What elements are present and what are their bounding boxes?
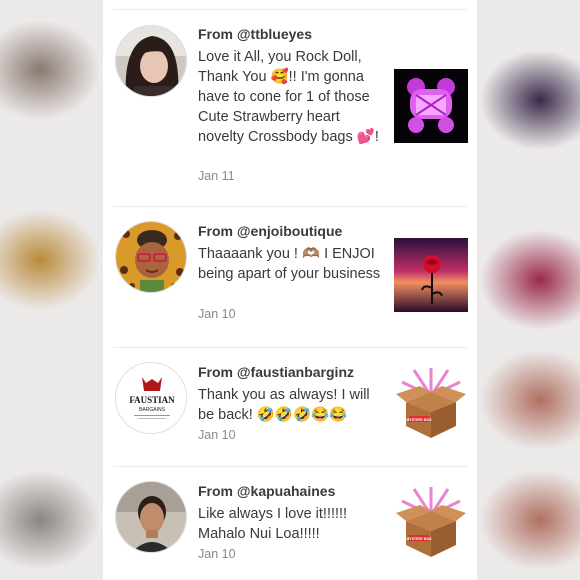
review-date: Jan 10 bbox=[198, 547, 236, 561]
rose-sunset-photo[interactable] bbox=[394, 238, 468, 312]
pink-bear-bag-photo[interactable] bbox=[394, 69, 468, 143]
logo-text: FAUSTIAN bbox=[129, 395, 175, 405]
reviewer-handle[interactable]: From @enjoiboutique bbox=[198, 223, 342, 239]
review-item: From @ttblueyes Love it All, you Rock Do… bbox=[103, 0, 477, 205]
review-item: FAUSTIAN BARGAINS From @faustianbarginz … bbox=[103, 348, 477, 466]
avatar[interactable]: FAUSTIAN BARGAINS bbox=[115, 362, 187, 434]
review-date: Jan 10 bbox=[198, 307, 236, 321]
review-text: Like always I love it!!!!!! Mahalo Nui L… bbox=[198, 506, 348, 542]
reviewer-handle[interactable]: From @kapuahaines bbox=[198, 483, 335, 499]
avatar[interactable] bbox=[115, 221, 187, 293]
review-item: From @kapuahaines Like always I love it!… bbox=[103, 467, 477, 580]
review-text: Love it All, you Rock Doll, Thank You 🥰!… bbox=[198, 49, 379, 145]
reviewer-handle[interactable]: From @faustianbarginz bbox=[198, 364, 354, 380]
review-text: Thank you as always! I will be back! 🤣🤣🤣… bbox=[198, 387, 370, 423]
reviewer-handle[interactable]: From @ttblueyes bbox=[198, 26, 312, 42]
logo-subtext: BARGAINS bbox=[139, 407, 166, 413]
review-date: Jan 10 bbox=[198, 428, 236, 442]
avatar[interactable] bbox=[115, 481, 187, 553]
avatar[interactable] bbox=[115, 25, 187, 97]
box-label: MYSTERY BOX bbox=[406, 418, 432, 422]
review-date: Jan 11 bbox=[198, 169, 235, 183]
review-text: Thaaaank you ! 🫶🏽 I ENJOI being apart of… bbox=[198, 246, 381, 282]
mystery-box-photo[interactable]: MYSTERY BOX bbox=[394, 485, 468, 559]
review-item: From @enjoiboutique Thaaaank you ! 🫶🏽 I … bbox=[103, 207, 477, 347]
mystery-box-photo[interactable]: MYSTERY BOX bbox=[394, 366, 468, 440]
box-label: MYSTERY BOX bbox=[406, 537, 432, 541]
